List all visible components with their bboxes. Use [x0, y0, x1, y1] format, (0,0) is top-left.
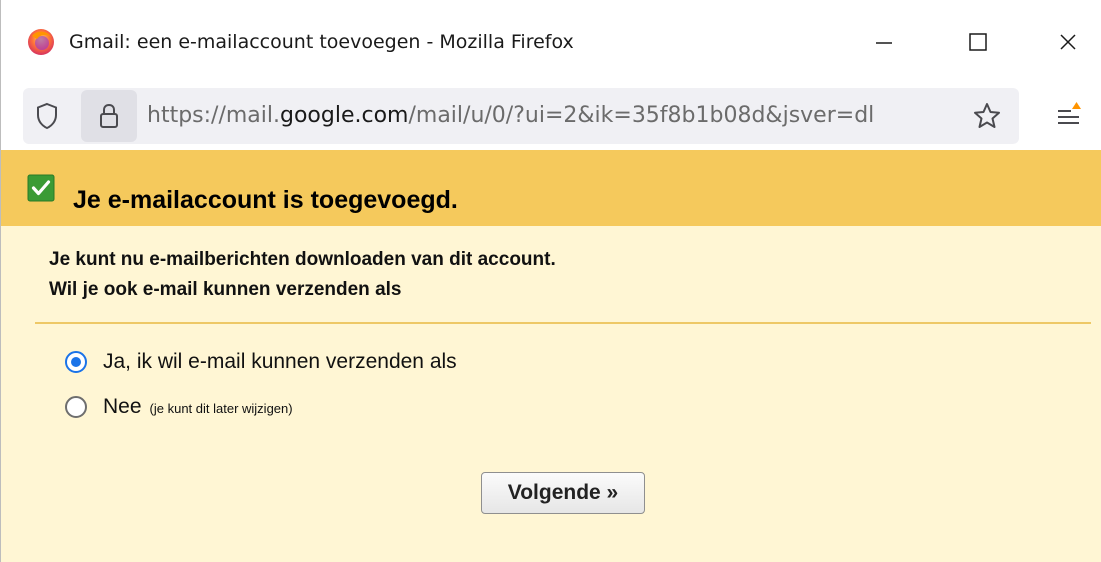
shield-icon[interactable] [35, 102, 59, 130]
description: Je kunt nu e-mailberichten downloaden va… [49, 245, 556, 305]
url-host: google.com [280, 103, 409, 128]
option-no-note: (je kunt dit later wijzigen) [149, 400, 293, 416]
site-info-button[interactable] [81, 90, 137, 142]
radio-no[interactable] [65, 396, 87, 418]
option-yes[interactable]: Ja, ik wil e-mail kunnen verzenden als [65, 350, 457, 374]
close-icon [1060, 34, 1076, 50]
description-line-1: Je kunt nu e-mailberichten downloaden va… [49, 249, 556, 270]
radio-yes[interactable] [65, 351, 87, 373]
url-suffix: /mail/u/0/?ui=2&ik=35f8b1b08d&jsver=dl [408, 103, 875, 128]
banner-title: Je e-mailaccount is toegevoegd. [73, 186, 458, 214]
window-title: Gmail: een e-mailaccount toevoegen - Moz… [69, 31, 574, 53]
url-prefix: https://mail. [147, 103, 280, 128]
lock-icon [100, 103, 118, 128]
next-button[interactable]: Volgende » [481, 472, 645, 514]
minimize-icon [876, 42, 892, 44]
minimize-button[interactable] [859, 20, 909, 64]
option-no-label[interactable]: Nee [103, 395, 142, 419]
option-yes-label[interactable]: Ja, ik wil e-mail kunnen verzenden als [103, 350, 457, 374]
description-line-2: Wil je ook e-mail kunnen verzenden als [49, 279, 402, 300]
check-icon [27, 174, 55, 202]
star-icon[interactable] [972, 101, 1002, 131]
menu-icon[interactable] [1055, 100, 1085, 130]
maximize-icon [969, 33, 987, 51]
close-button[interactable] [1043, 20, 1093, 64]
divider [35, 322, 1091, 324]
url-text[interactable]: https://mail.google.com/mail/u/0/?ui=2&i… [147, 103, 959, 128]
firefox-logo-icon [28, 29, 54, 55]
maximize-button[interactable] [953, 20, 1003, 64]
option-no[interactable]: Nee (je kunt dit later wijzigen) [65, 395, 293, 419]
browser-window: Gmail: een e-mailaccount toevoegen - Moz… [0, 0, 1101, 562]
